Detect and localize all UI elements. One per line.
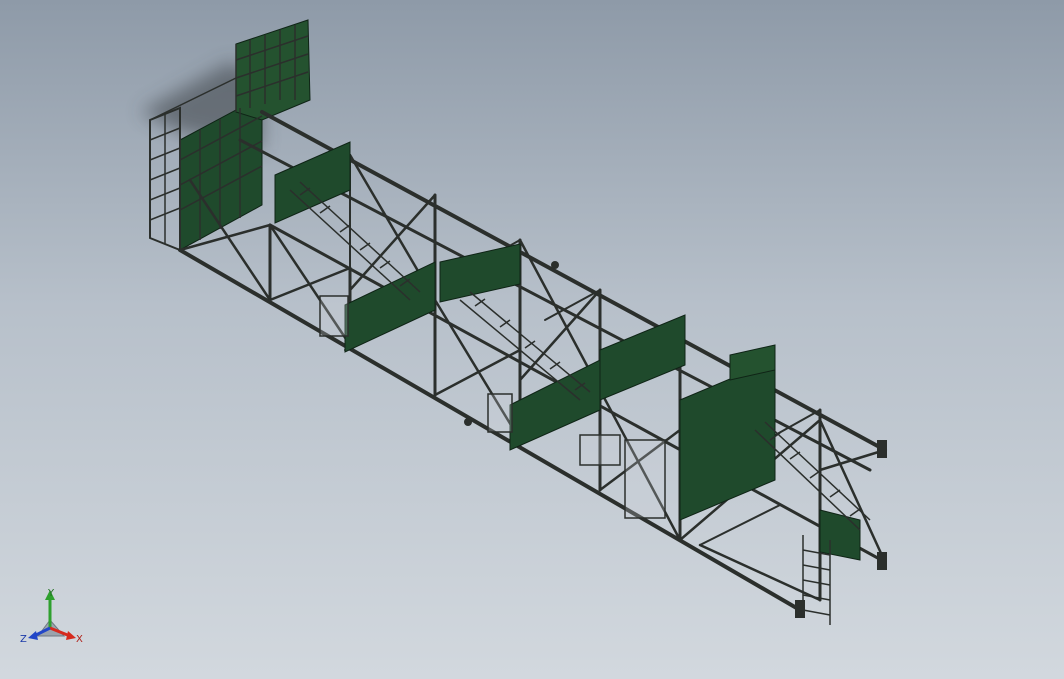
cabinet-3 (624, 439, 666, 519)
cabinet-2 (487, 393, 513, 433)
y-axis-label: Y (47, 588, 55, 599)
x-axis-label: X (76, 634, 83, 645)
panel-5 (599, 314, 686, 401)
orientation-triad[interactable]: Y X Z (20, 586, 86, 648)
x-axis-arrow (66, 631, 76, 640)
graphics-viewport[interactable]: Y X Z (0, 0, 1064, 679)
cabinet-4 (579, 434, 621, 466)
z-axis-arrow (28, 631, 38, 640)
tower-top-panel (235, 19, 311, 121)
panel-2 (344, 261, 436, 353)
truss-platform-model[interactable] (0, 0, 1064, 679)
cabinet-1 (319, 295, 349, 337)
panel-8 (819, 509, 861, 561)
panel-6 (679, 359, 776, 521)
z-axis-label: Z (20, 634, 27, 645)
